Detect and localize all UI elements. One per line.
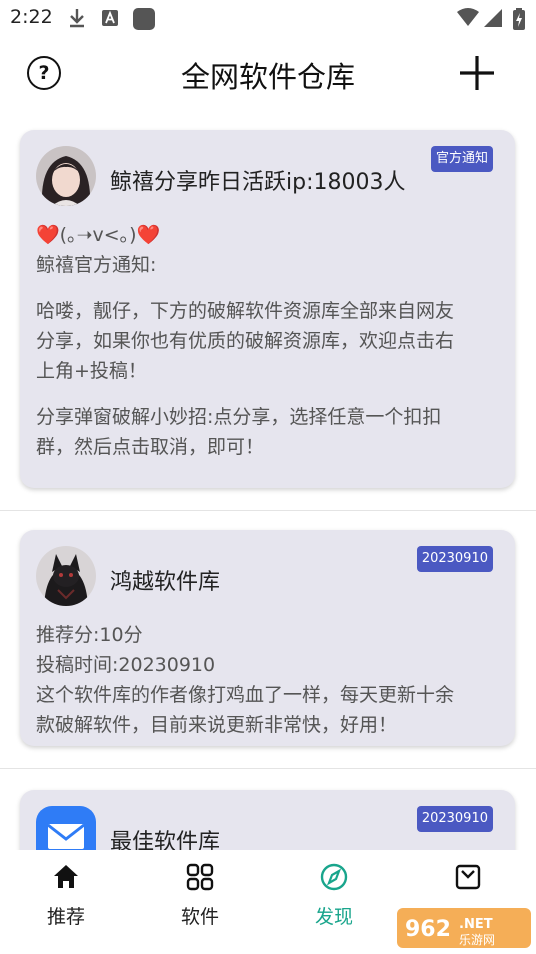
repo-description: ❤️(｡➝v<｡)❤️ 鲸禧官方通知: 哈喽，靓仔，下方的破解软件资源库全部来自… [36, 220, 506, 462]
plus-icon [460, 56, 494, 90]
app-header: ? 全网软件仓库 [0, 36, 536, 112]
description-line: 投稿时间:20230910 [36, 654, 216, 676]
repo-description: 推荐分:10分 投稿时间:20230910 这个软件库的作者像打鸡血了一样，每天… [36, 620, 506, 740]
status-bar: 2:22 [0, 0, 536, 36]
repo-name: 鸿越软件库 [110, 570, 221, 595]
description-line: ❤️(｡➝v<｡)❤️ [36, 224, 161, 246]
page-title: 全网软件仓库 [180, 60, 355, 94]
description-line: 这个软件库的作者像打鸡血了一样，每天更新十余 [36, 684, 455, 706]
repo-name: 鲸禧分享昨日活跃ip:18003人 [110, 170, 406, 195]
repo-card[interactable]: 最佳软件库 20230910 [20, 790, 515, 850]
date-badge: 20230910 [416, 806, 493, 832]
nav-label: 推荐 [46, 906, 85, 928]
description-line: 群，然后点击取消，即可！ [36, 436, 265, 458]
description-line: 鲸禧官方通知: [36, 254, 157, 276]
app-square-icon [132, 8, 156, 36]
font-app-icon [101, 8, 119, 32]
repository-feed[interactable]: 鲸禧分享昨日活跃ip:18003人 官方通知 ❤️(｡➝v<｡)❤️ 鲸禧官方通… [0, 112, 536, 850]
repo-name: 最佳软件库 [110, 830, 221, 850]
divider [0, 510, 536, 511]
nav-label: 发现 [314, 906, 353, 928]
description-line: 款破解软件，目前来说更新非常快，好用！ [36, 714, 398, 736]
mailbox-icon [455, 864, 481, 890]
download-icon [68, 8, 86, 32]
nav-tab-software[interactable]: 软件 [150, 862, 250, 929]
add-submission-button[interactable] [458, 54, 496, 92]
wifi-icon [456, 8, 480, 32]
svg-text:乐游网: 乐游网 [459, 933, 495, 947]
compass-icon [320, 863, 348, 891]
avatar [36, 546, 96, 606]
signal-icon [483, 8, 503, 32]
avatar [36, 146, 96, 206]
svg-text:.NET: .NET [459, 917, 493, 932]
nav-tab-recommend[interactable]: 推荐 [16, 862, 116, 929]
nav-tab-discover[interactable]: 发现 [284, 862, 384, 929]
divider [0, 768, 536, 769]
description-line: 分享，如果你也有优质的破解资源库，欢迎点击右 [36, 330, 455, 352]
repo-card[interactable]: 鲸禧分享昨日活跃ip:18003人 官方通知 ❤️(｡➝v<｡)❤️ 鲸禧官方通… [20, 130, 515, 488]
date-badge: 20230910 [416, 546, 493, 572]
repo-card[interactable]: 鸿越软件库 20230910 推荐分:10分 投稿时间:20230910 这个软… [20, 530, 515, 746]
description-line: 推荐分:10分 [36, 624, 143, 646]
status-badge: 官方通知 [430, 146, 493, 172]
battery-icon [512, 8, 526, 34]
description-line: 哈喽，靓仔，下方的破解软件资源库全部来自网友 [36, 300, 455, 322]
grid-icon [186, 863, 214, 891]
nav-tab-mailbox[interactable] [418, 862, 518, 902]
nav-label: 软件 [180, 906, 219, 928]
site-watermark-logo: 962 .NET 乐游网 [397, 906, 531, 950]
status-time: 2:22 [10, 6, 53, 28]
description-line: 分享弹窗破解小妙招:点分享，选择任意一个扣扣 [36, 406, 442, 428]
svg-text:962: 962 [405, 917, 451, 942]
home-icon [54, 865, 78, 888]
description-line: 上角+投稿！ [36, 360, 147, 382]
mail-app-avatar [36, 806, 96, 850]
